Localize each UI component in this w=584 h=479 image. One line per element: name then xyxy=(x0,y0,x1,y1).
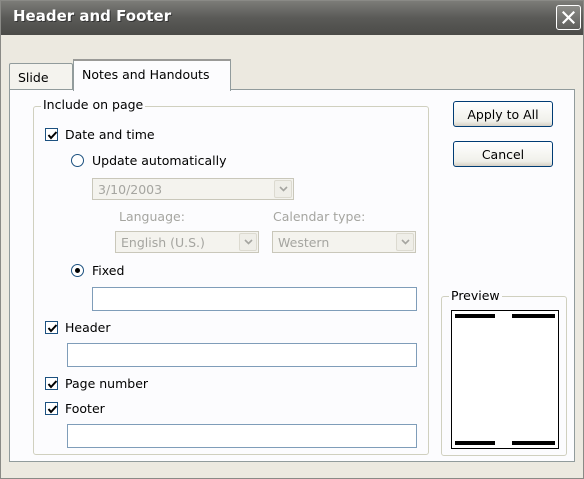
preview-page xyxy=(451,310,559,449)
preview-legend: Preview xyxy=(449,288,502,303)
include-on-page-legend: Include on page xyxy=(41,97,146,112)
page-number-label: Page number xyxy=(65,376,149,391)
dialog-title: Header and Footer xyxy=(13,7,172,25)
calendar-type-value: Western xyxy=(278,235,330,250)
cancel-button[interactable]: Cancel xyxy=(453,141,553,167)
close-button[interactable] xyxy=(556,5,581,30)
checkmark-icon xyxy=(47,405,58,414)
footer-label: Footer xyxy=(65,401,105,416)
header-text-input[interactable] xyxy=(67,343,417,367)
title-bar[interactable]: Header and Footer xyxy=(1,1,583,35)
update-automatically-radio[interactable] xyxy=(71,154,84,167)
calendar-type-select[interactable]: Western xyxy=(272,231,416,253)
update-automatically-label: Update automatically xyxy=(92,153,227,168)
cancel-label: Cancel xyxy=(481,146,525,162)
preview-date-placeholder xyxy=(512,314,555,318)
fixed-date-input[interactable] xyxy=(92,287,417,311)
date-time-checkbox[interactable] xyxy=(45,128,58,141)
language-value: English (U.S.) xyxy=(121,235,205,250)
date-format-value: 3/10/2003 xyxy=(98,182,163,197)
checkmark-icon xyxy=(47,324,58,333)
chevron-down-icon xyxy=(400,239,410,245)
language-dropdown-button[interactable] xyxy=(239,233,257,251)
tab-slide[interactable]: Slide xyxy=(9,63,73,89)
preview-header-placeholder xyxy=(455,314,495,318)
close-icon xyxy=(562,11,575,24)
header-checkbox[interactable] xyxy=(45,321,58,334)
preview-page-number-placeholder xyxy=(512,441,555,445)
apply-to-all-button[interactable]: Apply to All xyxy=(453,101,553,127)
calendar-type-dropdown-button[interactable] xyxy=(396,233,414,251)
checkmark-icon xyxy=(47,131,58,140)
footer-checkbox[interactable] xyxy=(45,402,58,415)
calendar-type-label: Calendar type: xyxy=(273,209,366,224)
fixed-radio[interactable] xyxy=(71,264,84,277)
radio-selected-dot xyxy=(75,268,80,273)
page-number-checkbox[interactable] xyxy=(45,377,58,390)
tab-slide-label: Slide xyxy=(18,70,49,85)
apply-to-all-label: Apply to All xyxy=(467,106,539,122)
tab-notes-and-handouts[interactable]: Notes and Handouts xyxy=(73,59,231,91)
date-format-select[interactable]: 3/10/2003 xyxy=(92,178,294,200)
chevron-down-icon xyxy=(243,239,253,245)
tab-notes-label: Notes and Handouts xyxy=(82,67,210,82)
header-footer-dialog: Header and Footer Slide Notes and Handou… xyxy=(0,0,584,479)
header-label: Header xyxy=(65,320,111,335)
preview-footer-placeholder xyxy=(455,441,495,445)
chevron-down-icon xyxy=(278,186,288,192)
language-label: Language: xyxy=(119,209,185,224)
language-select[interactable]: English (U.S.) xyxy=(115,231,259,253)
fixed-label: Fixed xyxy=(92,263,125,278)
date-format-dropdown-button[interactable] xyxy=(274,180,292,198)
date-time-label: Date and time xyxy=(65,127,155,142)
footer-text-input[interactable] xyxy=(67,424,417,448)
checkmark-icon xyxy=(47,380,58,389)
